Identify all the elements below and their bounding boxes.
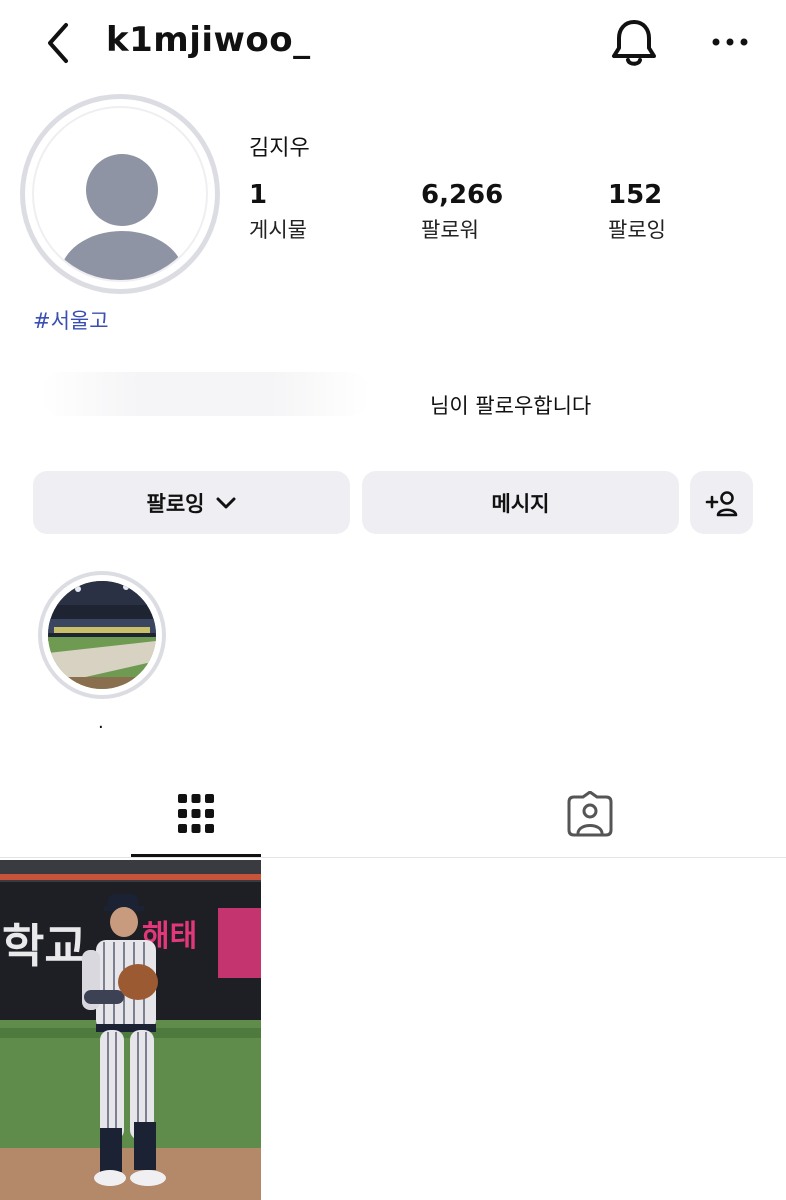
message-button-label: 메시지: [491, 491, 550, 516]
story-highlight-image: [48, 581, 156, 689]
tab-tagged[interactable]: [525, 770, 655, 858]
banner-text-school: 학교: [2, 919, 87, 973]
chevron-down-icon: [216, 497, 236, 508]
bell-icon: [612, 20, 656, 66]
stat-following[interactable]: 152 팔로잉: [608, 180, 666, 244]
stat-posts-label: 게시물: [249, 218, 307, 242]
stat-following-label: 팔로잉: [608, 218, 666, 242]
following-button[interactable]: 팔로잉: [33, 471, 350, 534]
story-highlight-label: .: [98, 712, 104, 733]
stat-posts[interactable]: 1 게시물: [249, 180, 307, 244]
add-person-icon: [705, 490, 737, 516]
profile-avatar-ring[interactable]: [20, 94, 220, 294]
mutual-followers-redacted: [40, 372, 370, 416]
chevron-left-icon: [48, 23, 68, 63]
avatar: [32, 106, 208, 282]
message-button[interactable]: 메시지: [362, 471, 679, 534]
stat-followers[interactable]: 6,266 팔로워: [421, 180, 503, 244]
stat-posts-count: 1: [249, 180, 268, 210]
bio-hashtag-link[interactable]: #서울고: [33, 305, 109, 335]
top-bar: k1mjiwoo_: [0, 0, 786, 90]
tab-posts-grid[interactable]: [131, 770, 261, 858]
default-avatar-icon: [60, 154, 184, 280]
suggested-users-button[interactable]: [690, 471, 753, 534]
more-options-button[interactable]: [708, 22, 752, 62]
profile-username: k1mjiwoo_: [106, 20, 311, 60]
back-button[interactable]: [38, 18, 78, 68]
grid-icon: [178, 794, 214, 833]
mutual-followers-text[interactable]: 님이 팔로우합니다: [430, 390, 591, 420]
story-highlight[interactable]: [38, 571, 166, 699]
following-button-label: 팔로잉: [146, 491, 205, 516]
profile-display-name: 김지우: [249, 136, 310, 161]
tagged-person-icon: [567, 791, 613, 837]
stat-followers-count: 6,266: [421, 180, 504, 210]
notifications-button[interactable]: [608, 16, 660, 70]
post-thumbnail[interactable]: 학교 해태: [0, 860, 261, 1200]
stat-following-count: 152: [608, 180, 663, 210]
stat-followers-label: 팔로워: [421, 218, 479, 242]
more-horizontal-icon: [712, 38, 748, 46]
tab-divider: [0, 857, 786, 858]
